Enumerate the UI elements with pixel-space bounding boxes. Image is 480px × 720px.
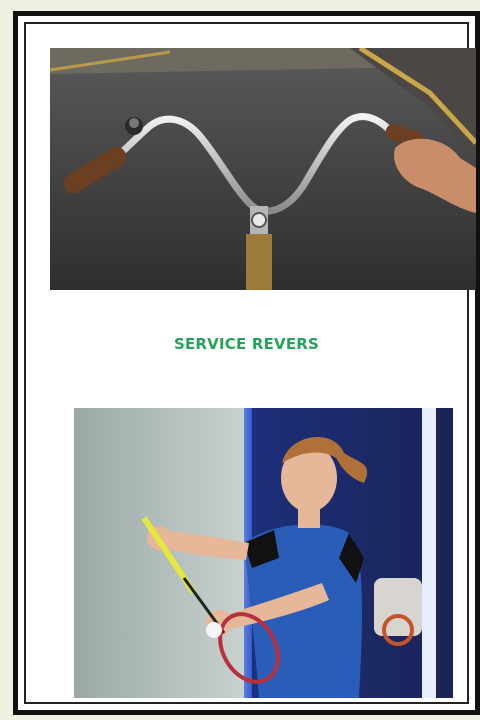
document-frame: SERVICE REVERS bbox=[13, 11, 480, 715]
badminton-player-photo bbox=[74, 408, 453, 698]
document-inner-border: SERVICE REVERS bbox=[24, 22, 476, 704]
bicycle-handlebar-photo bbox=[50, 48, 476, 290]
section-caption: SERVICE REVERS bbox=[173, 335, 320, 353]
